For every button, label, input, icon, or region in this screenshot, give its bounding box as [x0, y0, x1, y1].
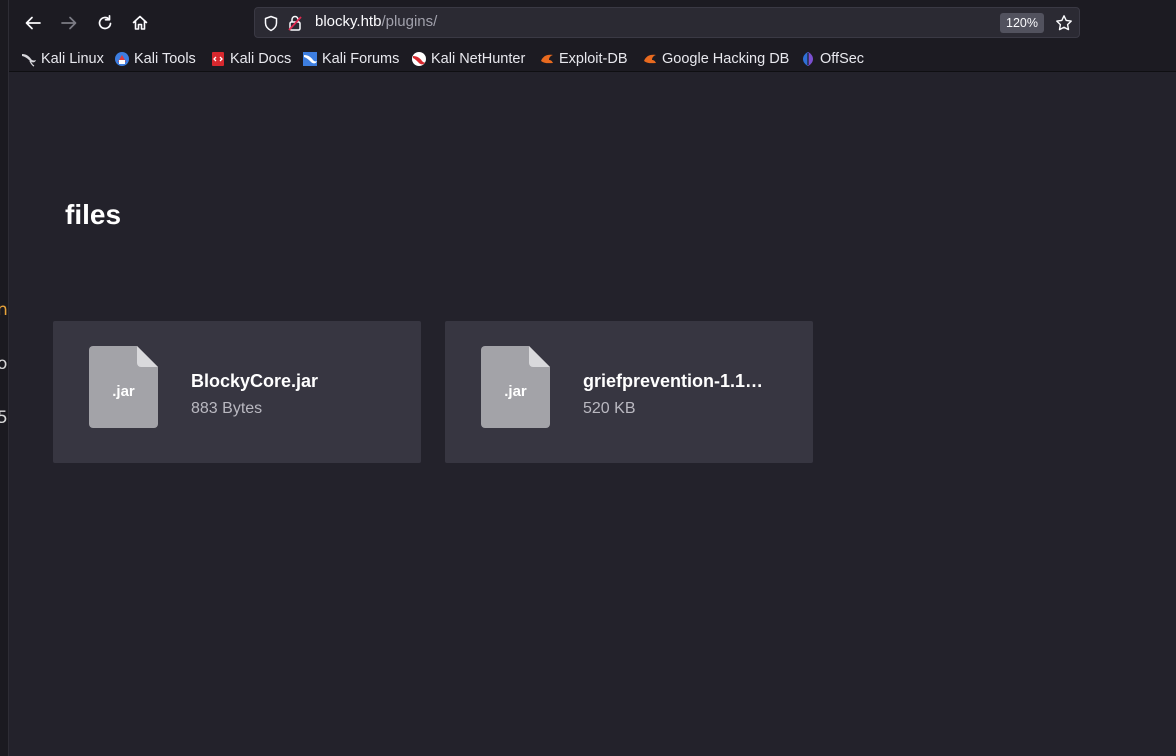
navigation-toolbar: blocky.htb/plugins/ 120%: [9, 0, 1176, 46]
file-icon: .jar: [89, 346, 158, 428]
shield-icon[interactable]: [263, 15, 279, 32]
home-button[interactable]: [125, 8, 155, 38]
file-card[interactable]: .jar BlockyCore.jar 883 Bytes: [53, 321, 421, 463]
file-extension: .jar: [504, 383, 527, 400]
url-path: /plugins/: [381, 13, 438, 30]
forward-button[interactable]: [54, 8, 84, 38]
url-text[interactable]: blocky.htb/plugins/: [315, 13, 437, 30]
bookmark-kali-linux[interactable]: Kali Linux: [21, 49, 104, 69]
arrow-left-icon: [25, 16, 41, 30]
kali-tools-icon: [115, 52, 129, 66]
bookmark-label: Kali Docs: [230, 51, 292, 67]
background-window-edge: n o 5: [0, 0, 9, 756]
url-host: blocky.htb: [315, 13, 382, 30]
ghdb-icon: [644, 54, 656, 64]
bookmark-offsec[interactable]: OffSec: [800, 49, 864, 69]
bookmark-kali-nethunter[interactable]: Kali NetHunter: [411, 49, 525, 69]
file-name[interactable]: BlockyCore.jar: [191, 371, 391, 392]
reload-button[interactable]: [90, 8, 120, 38]
bookmarks-bar: Kali Linux Kali Tools Kali Docs Kali For…: [9, 46, 1176, 72]
bookmark-kali-forums[interactable]: Kali Forums: [302, 49, 399, 69]
kali-nethunter-icon: [412, 52, 426, 66]
bookmark-label: Kali Forums: [322, 51, 400, 67]
file-size: 883 Bytes: [191, 400, 263, 417]
back-button[interactable]: [18, 8, 48, 38]
offsec-icon: [803, 52, 813, 66]
file-extension: .jar: [112, 383, 135, 400]
home-icon: [132, 15, 148, 30]
bookmark-kali-tools[interactable]: Kali Tools: [114, 49, 196, 69]
file-name[interactable]: griefprevention-1.1…: [583, 371, 783, 392]
address-bar[interactable]: blocky.htb/plugins/ 120%: [254, 7, 1080, 38]
bookmark-exploit-db[interactable]: Exploit-DB: [539, 49, 628, 69]
bookmark-label: Google Hacking DB: [662, 51, 790, 67]
exploit-db-icon: [541, 54, 553, 64]
bookmark-label: OffSec: [820, 51, 865, 67]
kali-docs-icon: [212, 52, 224, 66]
page-title: files: [65, 199, 122, 230]
lock-icon[interactable]: [287, 14, 303, 32]
bookmark-label: Kali Linux: [41, 51, 104, 67]
edge-glyph: 5: [0, 408, 8, 428]
bookmark-label: Kali Tools: [134, 51, 196, 67]
edge-glyph: o: [0, 354, 8, 374]
kali-forums-icon: [303, 52, 317, 66]
page-content: files .jar BlockyCore.jar 883 Bytes .jar…: [9, 72, 1176, 756]
bookmark-label: Exploit-DB: [559, 51, 628, 67]
bookmark-google-hacking-db[interactable]: Google Hacking DB: [642, 49, 789, 69]
file-card[interactable]: .jar griefprevention-1.1… 520 KB: [445, 321, 813, 463]
edge-glyph: n: [0, 300, 8, 320]
star-icon[interactable]: [1055, 14, 1073, 32]
bookmark-kali-docs[interactable]: Kali Docs: [210, 49, 291, 69]
zoom-level-badge[interactable]: 120%: [1000, 13, 1044, 33]
file-icon: .jar: [481, 346, 550, 428]
kali-dragon-icon: [22, 54, 36, 67]
browser-window: n o 5 blocky.htb/plugins/ 120% Kali Linu…: [0, 0, 1176, 756]
bookmark-label: Kali NetHunter: [431, 51, 526, 67]
file-size: 520 KB: [583, 400, 636, 417]
arrow-right-icon: [61, 16, 77, 30]
reload-icon: [98, 14, 112, 30]
